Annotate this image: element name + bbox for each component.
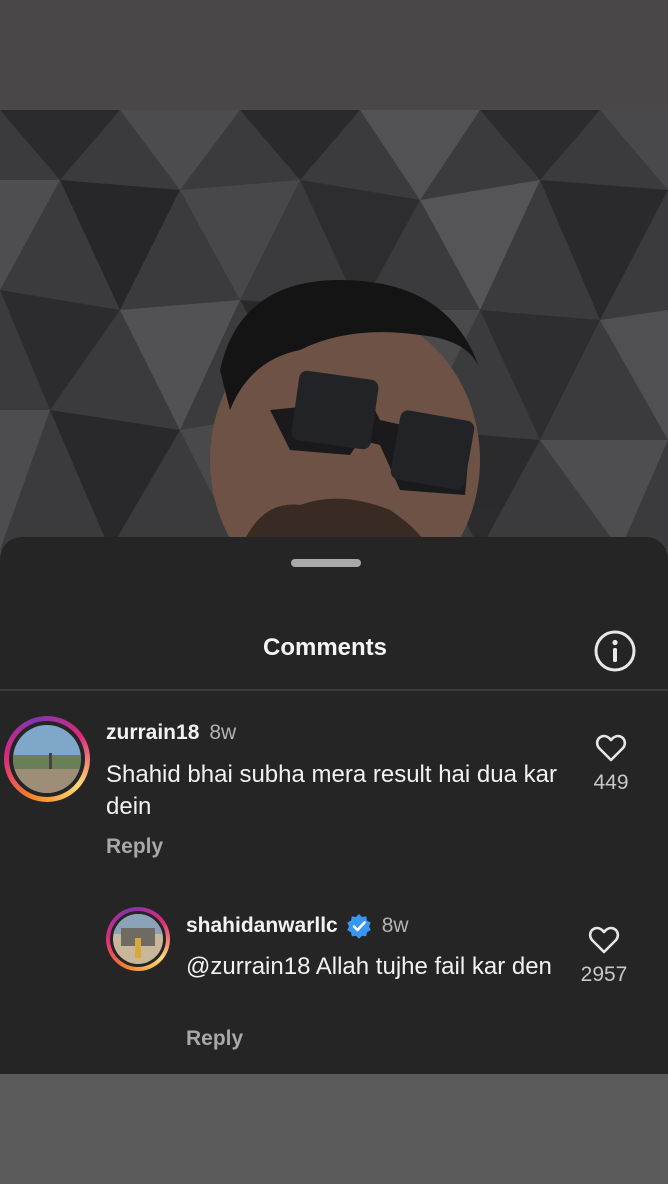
comment-time: 8w	[381, 914, 409, 937]
bottom-area	[0, 1074, 668, 1184]
reply-comment-item: shahidanwarllc 8w @zurrain18 Allah tujhe…	[0, 537, 668, 1074]
comment-text: @zurrain18 Allah tujhe fail kar den	[186, 953, 552, 980]
like-count: 2957	[580, 963, 628, 986]
video-frame[interactable]	[0, 110, 668, 550]
comment-username[interactable]: shahidanwarllc	[186, 914, 338, 938]
avatar-ring[interactable]	[106, 907, 170, 971]
verified-badge-icon	[346, 914, 371, 939]
video-thumbnail	[0, 110, 668, 550]
reply-button[interactable]: Reply	[186, 1027, 243, 1051]
avatar	[113, 914, 163, 964]
status-area	[0, 0, 668, 110]
heart-icon[interactable]	[588, 925, 620, 955]
screen: Comments zurrain18 8w Shahid bhai subha …	[0, 0, 668, 1184]
comments-sheet: Comments zurrain18 8w Shahid bhai subha …	[0, 537, 668, 1074]
